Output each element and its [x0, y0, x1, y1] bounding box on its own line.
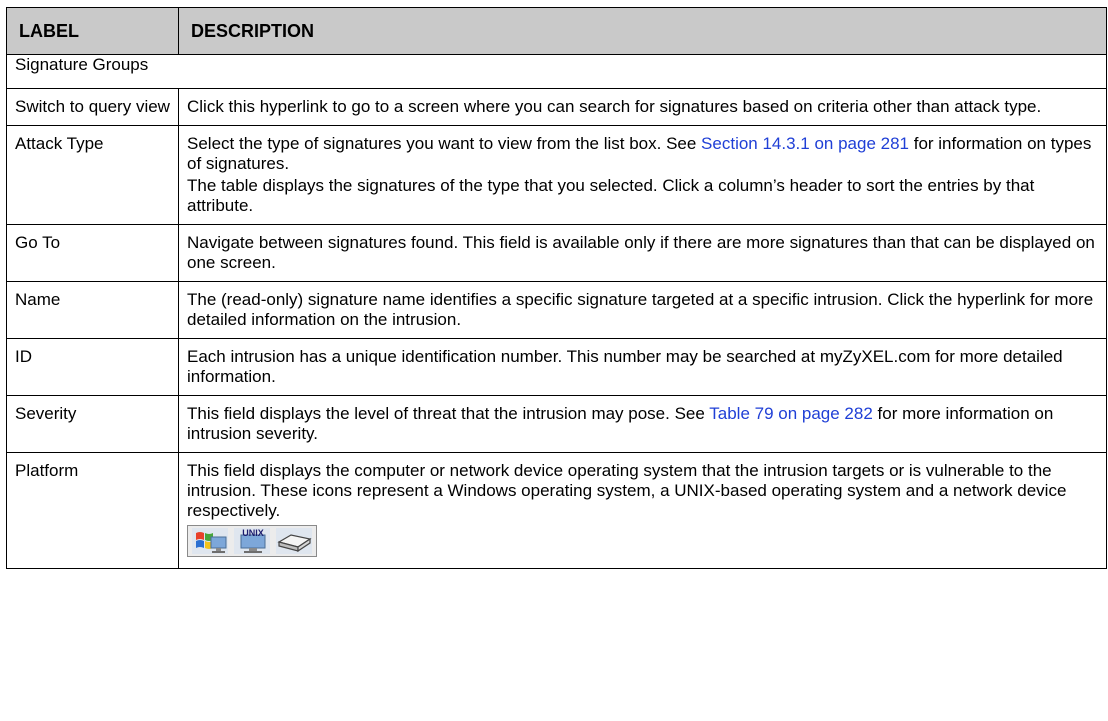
- attack-type-paragraph-2: The table displays the signatures of the…: [187, 176, 1035, 215]
- row-description: This field displays the computer or netw…: [178, 452, 1107, 569]
- platform-paragraph: This field displays the computer or netw…: [187, 461, 1067, 520]
- section-link[interactable]: Section 14.3.1 on page 281: [701, 134, 909, 153]
- row-label: Name: [6, 281, 179, 339]
- table-header-row: LABEL DESCRIPTION: [6, 7, 1107, 55]
- header-label: LABEL: [6, 7, 179, 55]
- row-description: Each intrusion has a unique identificati…: [178, 338, 1107, 396]
- table-row: Severity This field displays the level o…: [6, 395, 1107, 453]
- row-label: Switch to query view: [6, 88, 179, 126]
- row-description: Navigate between signatures found. This …: [178, 224, 1107, 282]
- platform-icons-strip: UNIX: [187, 525, 317, 557]
- cropped-caption-fragment: [0, 0, 1108, 5]
- row-description: Click this hyperlink to go to a screen w…: [178, 88, 1107, 126]
- row-label: Platform: [6, 452, 179, 569]
- row-description: Select the type of signatures you want t…: [178, 125, 1107, 225]
- header-description: DESCRIPTION: [178, 7, 1107, 55]
- windows-os-icon: [192, 528, 228, 554]
- row-label: Attack Type: [6, 125, 179, 225]
- table-row: ID Each intrusion has a unique identific…: [6, 338, 1107, 396]
- unix-os-icon: UNIX: [234, 528, 270, 554]
- table-row: Go To Navigate between signatures found.…: [6, 224, 1107, 282]
- attack-type-paragraph-1: Select the type of signatures you want t…: [187, 134, 1092, 173]
- row-description: The (read-only) signature name identifie…: [178, 281, 1107, 339]
- network-device-icon: [276, 528, 312, 554]
- signature-groups-table: LABEL DESCRIPTION Signature Groups Switc…: [6, 7, 1107, 569]
- table-row: Switch to query view Click this hyperlin…: [6, 88, 1107, 126]
- svg-text:UNIX: UNIX: [242, 528, 264, 538]
- section-row: Signature Groups: [6, 54, 1107, 89]
- table-row: Attack Type Select the type of signature…: [6, 125, 1107, 225]
- row-label: Severity: [6, 395, 179, 453]
- table-row: Platform This field displays the compute…: [6, 452, 1107, 569]
- row-description: This field displays the level of threat …: [178, 395, 1107, 453]
- row-label: ID: [6, 338, 179, 396]
- section-title: Signature Groups: [6, 54, 1107, 89]
- row-label: Go To: [6, 224, 179, 282]
- table-link[interactable]: Table 79 on page 282: [709, 404, 873, 423]
- table-row: Name The (read-only) signature name iden…: [6, 281, 1107, 339]
